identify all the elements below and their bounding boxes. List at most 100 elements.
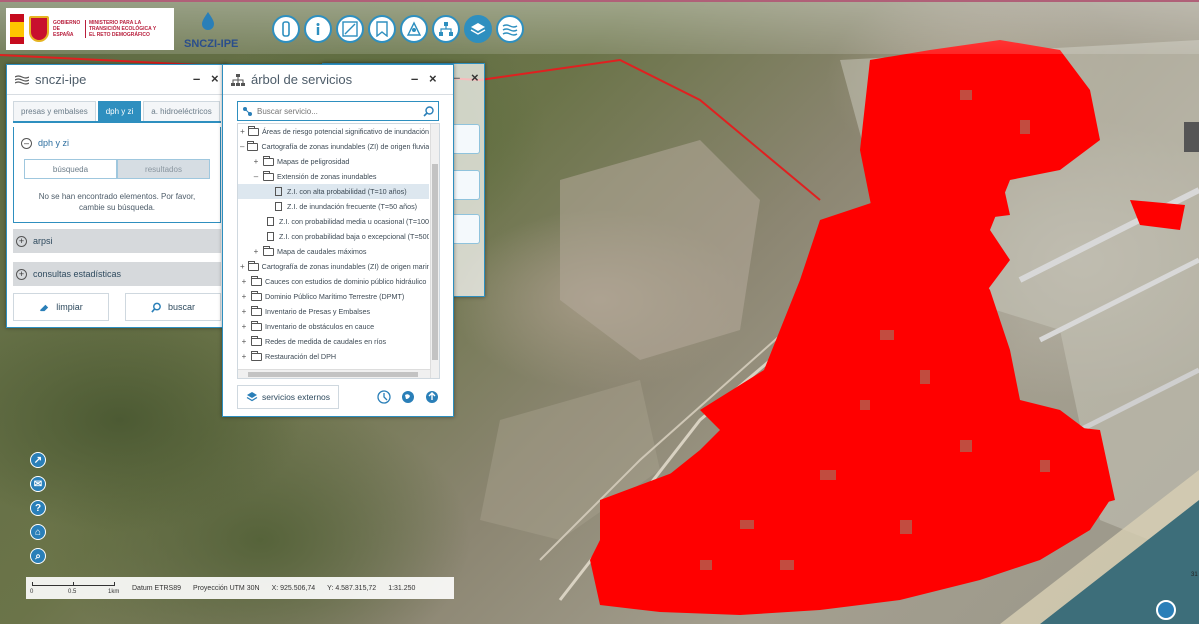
tree-folder-item[interactable]: + Redes de medida de caudales en ríos [238, 334, 429, 349]
upload-service-icon[interactable] [425, 390, 439, 404]
tree-folder-item[interactable]: + Inventario de obstáculos en cauce [238, 319, 429, 334]
globe-icon[interactable] [401, 390, 415, 404]
tree-folder-item[interactable]: + Cauces con estudios de dominio público … [238, 274, 429, 289]
coat-of-arms-icon [29, 16, 49, 42]
collapse-icon[interactable]: – [240, 142, 244, 151]
top-header: GOBIERNO DE ESPAÑA MINISTERIO PARA LA TR… [0, 0, 1199, 54]
expand-icon[interactable]: + [240, 292, 248, 301]
help-icon[interactable]: ? [30, 500, 46, 516]
tree-horizontal-scrollbar[interactable] [238, 369, 430, 378]
action-buttons: limpiar buscar [13, 293, 221, 321]
expand-icon[interactable]: + [240, 322, 248, 331]
close-button[interactable]: × [211, 71, 219, 86]
layers-icon [246, 392, 258, 402]
tree-folder-item[interactable]: + Mapas de peligrosidad [238, 154, 429, 169]
tree-item-label: Cartografía de zonas inundables (ZI) de … [261, 262, 429, 271]
clear-button[interactable]: limpiar [13, 293, 109, 321]
accordion-consultas-estadisticas[interactable]: + consultas estadísticas [13, 262, 221, 286]
expand-icon[interactable]: + [252, 247, 260, 256]
mail-icon[interactable]: ✉ [30, 476, 46, 492]
bookmark-icon[interactable] [368, 15, 396, 43]
service-search-box [237, 101, 439, 121]
tree-folder-item[interactable]: – Extensión de zonas inundables [238, 169, 429, 184]
folder-icon [251, 275, 262, 286]
flood-icon[interactable] [496, 15, 524, 43]
close-button[interactable]: × [429, 71, 437, 86]
zoom-icon[interactable]: ⌕ [30, 548, 46, 564]
expand-icon[interactable]: + [240, 262, 245, 271]
location-icon[interactable] [400, 15, 428, 43]
subtab-busqueda[interactable]: búsqueda [24, 159, 117, 179]
tab-presas-y-embalses[interactable]: presas y embalses [13, 101, 96, 121]
side-panel-handle[interactable] [1184, 122, 1199, 152]
tree-item-label: Cauces con estudios de dominio público h… [265, 277, 427, 286]
water-drop-icon [202, 12, 214, 30]
layers-icon[interactable] [464, 15, 492, 43]
scale-label-0: 0 [30, 589, 34, 595]
measure-icon[interactable] [336, 15, 364, 43]
service-search-input[interactable] [257, 106, 423, 116]
external-services-button[interactable]: servicios externos [237, 385, 340, 409]
scale-label-half: 0.5 [68, 589, 77, 595]
expand-icon[interactable]: + [240, 307, 248, 316]
expand-icon[interactable]: + [240, 337, 248, 346]
ministerio-label: MINISTERIO PARA LA TRANSICIÓN ECOLÓGICA … [85, 20, 157, 38]
tree-folder-item[interactable]: + Restauración del DPH [238, 349, 429, 364]
layers-panel-close-button[interactable]: × [471, 70, 479, 85]
folder-icon [247, 125, 259, 136]
collapse-icon[interactable]: – [252, 172, 260, 181]
tree-folder-item[interactable]: – Cartografía de zonas inundables (ZI) de… [238, 139, 429, 154]
tree-folder-item[interactable]: + Dominio Público Marítimo Terrestre (DPM… [238, 289, 429, 304]
expand-icon[interactable]: + [240, 352, 248, 361]
layers-panel-minimize-button[interactable]: – [453, 70, 460, 85]
folder-icon [251, 320, 262, 331]
layer-item-box[interactable] [450, 214, 480, 244]
share-icon[interactable]: ↗ [30, 452, 46, 468]
service-tree-icon[interactable] [432, 15, 460, 43]
layer-item-box[interactable] [450, 124, 480, 154]
tree-vertical-scrollbar[interactable] [430, 124, 439, 378]
document-icon [267, 217, 274, 226]
tree-folder-item[interactable]: + Áreas de riesgo potencial significativo… [238, 124, 429, 139]
tree-folder-item[interactable]: + Inventario de Presas y Embalses [238, 304, 429, 319]
folder-icon [251, 290, 262, 301]
tree-item-label: Z.I. con alta probabilidad (T=10 años) [287, 187, 407, 196]
edge-number: 31 [1191, 572, 1198, 578]
time-slider-icon[interactable] [377, 390, 391, 404]
gobierno-label: GOBIERNO DE ESPAÑA [53, 20, 81, 38]
tree-item-label: Áreas de riesgo potencial significativo … [261, 127, 429, 136]
folder-icon [263, 155, 274, 166]
accordion-label: arpsi [33, 236, 53, 246]
tree-layer-item[interactable]: Z.I. con alta probabilidad (T=10 años) [238, 184, 429, 199]
search-icon[interactable] [423, 105, 434, 117]
government-logo: GOBIERNO DE ESPAÑA MINISTERIO PARA LA TR… [6, 8, 174, 50]
info-icon[interactable] [304, 15, 332, 43]
tree-item-label: Z.I. de inundación frecuente (T=50 años) [287, 202, 418, 211]
tab-dph-y-zi[interactable]: dph y zi [97, 101, 142, 121]
home-icon[interactable]: ⌂ [30, 524, 46, 540]
minimize-button[interactable]: – [411, 71, 418, 86]
tree-layer-item[interactable]: Z.I. de inundación frecuente (T=50 años) [238, 199, 429, 214]
search-button[interactable]: buscar [125, 293, 221, 321]
expand-icon: + [16, 268, 27, 280]
expand-icon[interactable]: + [240, 277, 248, 286]
tree-layer-item[interactable]: Z.I. con probabilidad baja o excepcional… [238, 229, 429, 244]
info-panel-icon[interactable] [272, 15, 300, 43]
globe-icon[interactable] [1156, 600, 1176, 620]
accordion-arpsi[interactable]: + arpsi [13, 229, 221, 253]
folder-icon [247, 260, 259, 271]
layer-item-box[interactable] [450, 170, 480, 200]
dph-section-header[interactable]: – dph y zi [18, 135, 216, 151]
expand-icon[interactable]: + [240, 127, 245, 136]
tab-a-hidroelectricos[interactable]: a. hidroeléctricos [143, 101, 220, 121]
subtab-resultados[interactable]: resultados [117, 159, 210, 179]
tree-layer-item[interactable]: Z.I. con probabilidad media u ocasional … [238, 214, 429, 229]
minimize-button[interactable]: – [193, 71, 200, 86]
tree-rows: + Áreas de riesgo potencial significativo… [238, 124, 429, 364]
tree-folder-item[interactable]: + Cartografía de zonas inundables (ZI) de… [238, 259, 429, 274]
tree-folder-item[interactable]: + Mapa de caudales máximos [238, 244, 429, 259]
search-icon [151, 302, 161, 313]
snczi-ipe-logo-text: SNCZI-IPE [184, 38, 239, 50]
expand-icon[interactable]: + [252, 157, 260, 166]
datum-label: Datum ETRS89 [132, 584, 182, 592]
